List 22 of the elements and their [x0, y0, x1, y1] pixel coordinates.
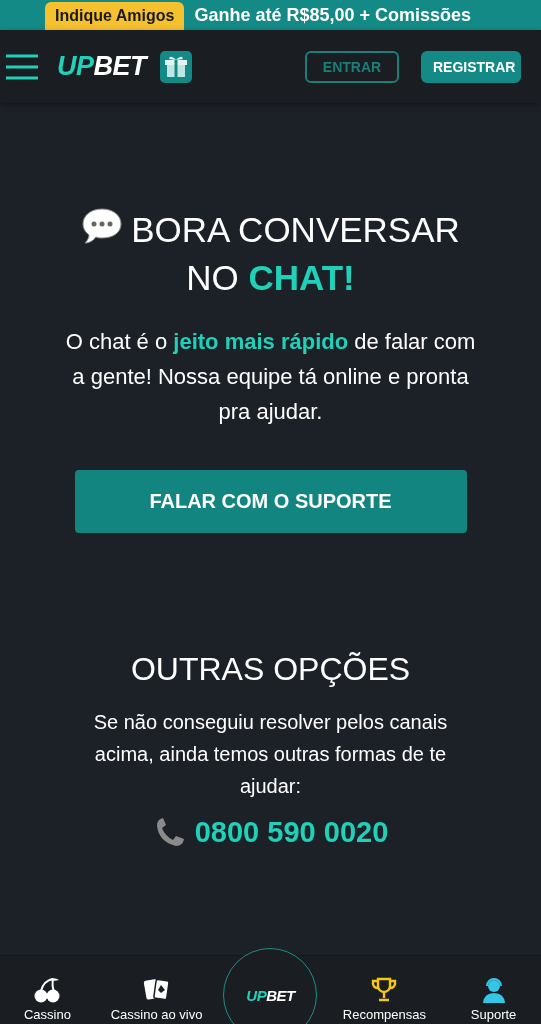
register-button[interactable]: REGISTRAR — [421, 50, 521, 83]
promo-text: Ganhe até R$85,00 + Comissões — [194, 4, 472, 26]
nav-item[interactable]: Cassino — [23, 1006, 71, 1022]
promo-banner[interactable]: Indique Amigos Ganhe até R$85,00 + Comissões — [0, 0, 541, 30]
phone-number[interactable]: 0800 590 0020 — [194, 815, 389, 849]
menu-icon[interactable] — [5, 52, 39, 81]
logo[interactable]: UPBET — [246, 986, 295, 1004]
nav-item[interactable]: Suporte — [470, 1006, 517, 1022]
chat-heading: BORA CONVERSAR NO CHAT! — [50, 206, 491, 302]
chat-description: O chat é o jeito mais rápido de falar com a gente! Nossa equipe tá online e pronta pra ajudar. — [64, 328, 477, 427]
trophy-icon — [370, 976, 399, 1003]
nav-item[interactable]: Cassino ao vivo — [110, 1006, 203, 1022]
gift-icon[interactable] — [160, 50, 192, 83]
support-button[interactable]: FALAR COM O SUPORTE — [74, 469, 467, 533]
cherries-icon — [33, 976, 62, 1003]
nav-item[interactable]: Recompensas — [342, 1006, 426, 1022]
home-button[interactable]: UPBET — [223, 948, 318, 1024]
section-heading: OUTRAS OPÇÕES — [130, 650, 411, 688]
promo-tag: Indique Amigos — [45, 2, 185, 30]
playing-cards-icon — [142, 976, 171, 1003]
options-description: Se não conseguiu resolver pelos canais acima, ainda temos outras formas de te ajudar: — [92, 709, 449, 799]
speech-bubble-icon — [81, 206, 124, 246]
